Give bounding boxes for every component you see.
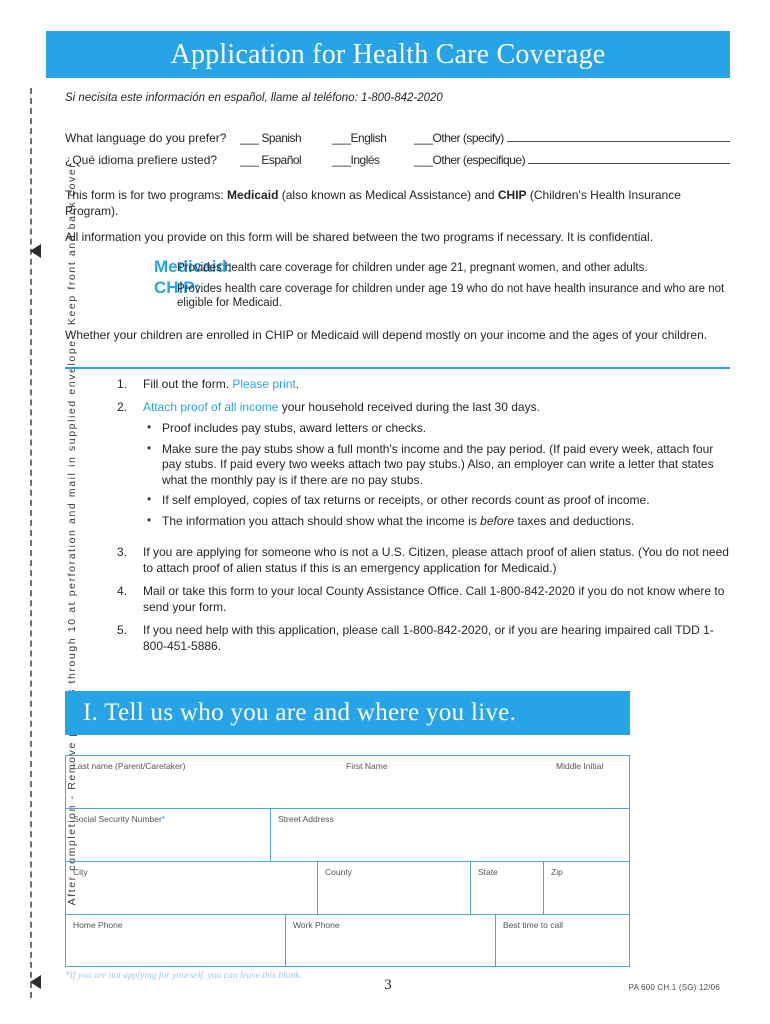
- field-label-work-phone: Work Phone: [293, 920, 340, 930]
- step-text-accent: Please print: [232, 377, 296, 391]
- language-question-es: ¿Qué idioma prefiere usted?: [65, 153, 218, 167]
- step-number: 2.: [117, 400, 128, 414]
- step-number: 5.: [117, 623, 128, 637]
- step-text-post: your household received during the last …: [278, 400, 540, 414]
- program-name-medicaid-inline: Medicaid: [227, 188, 279, 202]
- field-label-home-phone: Home Phone: [73, 920, 123, 930]
- step-item: 1. Fill out the form. Please print.: [65, 376, 730, 392]
- language-option-ingles[interactable]: ___Inglés: [332, 153, 414, 167]
- program-description-chip: Provides health care coverage for childr…: [177, 282, 725, 310]
- field-label-street-address: Street Address: [278, 814, 334, 824]
- language-option-english[interactable]: ___English: [332, 131, 414, 145]
- step-text: If you need help with this application, …: [143, 623, 714, 653]
- bullet-item: If self employed, copies of tax returns …: [143, 492, 730, 509]
- field-zip[interactable]: Zip: [543, 861, 630, 914]
- form-code: PA 600 CH.1 (SG) 12/06: [628, 983, 720, 992]
- language-question-en: What language do you prefer?: [65, 131, 227, 145]
- step-text-pre: Fill out the form.: [143, 377, 233, 391]
- field-label-middle-initial: Middle Initial: [556, 761, 604, 771]
- document-title-bar: Application for Health Care Coverage: [46, 31, 730, 78]
- step-text: Attach proof of all income your househol…: [143, 399, 730, 537]
- step-text-accent: Attach proof of all income: [143, 400, 279, 414]
- bullet-item: Proof includes pay stubs, award letters …: [143, 420, 730, 437]
- language-option-espanol[interactable]: ___ Español: [240, 153, 332, 167]
- bullet-emphasis: before: [480, 513, 515, 528]
- field-label-best-time: Best time to call: [503, 920, 563, 930]
- field-label-county: County: [325, 867, 352, 877]
- section-heading-text: I. Tell us who you are and where you liv…: [83, 699, 517, 726]
- step-item: 5. If you need help with this applicatio…: [65, 622, 730, 654]
- field-label-zip: Zip: [551, 867, 563, 877]
- field-label-ssn: Social Security Number*: [73, 814, 165, 824]
- step-number: 3.: [117, 545, 128, 559]
- spanish-help-note: Si necisita este información en español,…: [65, 92, 443, 104]
- language-row-english: What language do you prefer? ___ Spanish…: [65, 130, 730, 152]
- field-work-phone[interactable]: Work Phone: [285, 914, 495, 967]
- bullet-item: Make sure the pay stubs show a full mont…: [143, 441, 730, 489]
- programs-intro-pre: This form is for two programs:: [65, 188, 228, 202]
- bullet-post: taxes and deductions.: [514, 513, 635, 528]
- instruction-steps-list: 1. Fill out the form. Please print. 2. A…: [65, 376, 730, 661]
- field-county[interactable]: County: [317, 861, 470, 914]
- confidentiality-paragraph: All information you provide on this form…: [65, 230, 654, 244]
- program-row-chip: CHIP: Provides health care coverage for …: [65, 279, 730, 311]
- step-text: Mail or take this form to your local Cou…: [143, 584, 725, 614]
- program-label-medicaid: Medicaid:: [154, 257, 233, 276]
- language-option-other-en[interactable]: ___Other (specify): [414, 131, 504, 145]
- field-label-first-name: First Name: [346, 761, 388, 771]
- program-row-medicaid: Medicaid: Provides health care coverage …: [65, 258, 730, 276]
- field-city[interactable]: City: [65, 861, 317, 914]
- field-street-address[interactable]: Street Address: [270, 808, 630, 861]
- program-label-chip: CHIP:: [154, 277, 201, 297]
- language-row-spanish: ¿Qué idioma prefiere usted? ___ Español …: [65, 152, 730, 174]
- applicant-info-form: Last name (Parent/Caretaker) First Name …: [65, 755, 630, 967]
- step-item: 2. Attach proof of all income your house…: [65, 399, 730, 537]
- language-option-spanish[interactable]: ___ Spanish: [240, 131, 332, 145]
- form-row-phones: Home Phone Work Phone Best time to call: [65, 914, 630, 967]
- programs-intro-mid: (also known as Medical Assistance) and: [278, 188, 498, 202]
- step-item: 4. Mail or take this form to your local …: [65, 583, 730, 615]
- step-item: 3. If you are applying for someone who i…: [65, 544, 730, 576]
- section-heading-bar: I. Tell us who you are and where you liv…: [65, 691, 630, 735]
- form-row-ssn-address: Social Security Number* Street Address: [65, 808, 630, 861]
- left-arrow-top-icon: [30, 244, 41, 258]
- program-name-chip-inline: CHIP: [497, 188, 527, 202]
- step-text: If you are applying for someone who is n…: [143, 545, 729, 575]
- bullet-item-before-taxes: The information you attach should show w…: [143, 513, 730, 530]
- field-state[interactable]: State: [470, 861, 543, 914]
- left-arrow-bottom-icon: [30, 975, 41, 989]
- bullet-pre: The information you attach should show w…: [162, 513, 481, 528]
- page-title: Application for Health Care Coverage: [170, 38, 606, 70]
- name-row-cell[interactable]: Last name (Parent/Caretaker) First Name …: [65, 755, 630, 808]
- step-number: 4.: [117, 584, 128, 598]
- form-row-city-county-state-zip: City County State Zip: [65, 861, 630, 914]
- language-option-other-es[interactable]: ___Other (especifique): [414, 153, 526, 167]
- form-row-name: Last name (Parent/Caretaker) First Name …: [65, 755, 630, 808]
- step-text: Fill out the form. Please print.: [143, 376, 730, 392]
- field-label-state: State: [478, 867, 498, 877]
- field-label-last-name: Last name (Parent/Caretaker): [73, 761, 186, 771]
- required-asterisk: *: [161, 814, 166, 824]
- step-bullet-list: Proof includes pay stubs, award letters …: [143, 420, 730, 530]
- language-other-input-en[interactable]: [506, 130, 730, 142]
- enrollment-note-paragraph: Whether your children are enrolled in CH…: [65, 328, 708, 342]
- program-definitions: Medicaid: Provides health care coverage …: [65, 258, 730, 314]
- language-other-input-es[interactable]: [528, 152, 730, 164]
- program-description-medicaid: Provides health care coverage for childr…: [177, 262, 648, 274]
- page-number: 3: [384, 977, 392, 993]
- field-best-time-to-call[interactable]: Best time to call: [495, 914, 630, 967]
- step-text-post: .: [295, 377, 300, 391]
- language-preference-block: What language do you prefer? ___ Spanish…: [65, 130, 730, 174]
- page-content: Application for Health Care Coverage Si …: [46, 0, 730, 1024]
- field-ssn[interactable]: Social Security Number*: [65, 808, 270, 861]
- field-label-city: City: [73, 867, 88, 877]
- section-divider-rule: [65, 367, 730, 369]
- field-label-ssn-text: Social Security Number: [73, 814, 162, 824]
- field-home-phone[interactable]: Home Phone: [65, 914, 285, 967]
- programs-intro-paragraph: This form is for two programs: Medicaid …: [65, 188, 730, 219]
- step-number: 1.: [117, 377, 128, 391]
